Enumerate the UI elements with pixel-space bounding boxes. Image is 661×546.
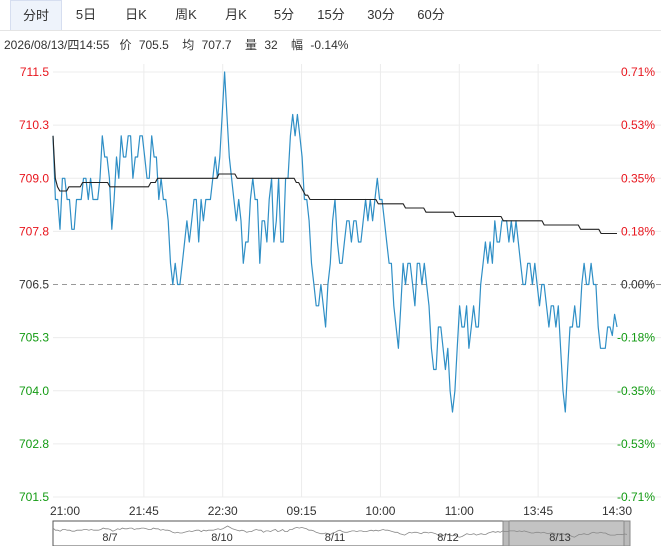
navigator-date-label: 8/7 bbox=[102, 532, 117, 544]
x-tick-label: 09:15 bbox=[287, 504, 317, 518]
x-tick-label: 21:45 bbox=[129, 504, 159, 518]
navigator-date-label: 8/11 bbox=[325, 532, 346, 544]
navigator-date-label: 8/10 bbox=[211, 532, 232, 544]
x-tick-label: 10:00 bbox=[365, 504, 395, 518]
price-line bbox=[52, 71, 618, 413]
y-tick-label: 707.8 bbox=[19, 224, 49, 238]
y-tick-label: 701.5 bbox=[19, 490, 49, 504]
pct-tick-label: 0.35% bbox=[621, 171, 655, 185]
x-tick-label: 13:45 bbox=[523, 504, 553, 518]
pct-tick-label: -0.35% bbox=[617, 384, 655, 398]
intraday-chart: 711.5 0.71% 710.3 0.53% 709.0 0.35% 707.8 0.18%… bbox=[19, 64, 661, 546]
pct-tick-label: 0.71% bbox=[621, 65, 655, 79]
x-tick-label: 21:00 bbox=[50, 504, 80, 518]
pct-tick-label: 0.53% bbox=[621, 118, 655, 132]
y-tick-label: 702.8 bbox=[19, 437, 49, 451]
navigator-handle-right bbox=[623, 520, 631, 546]
y-tick-label: 711.5 bbox=[20, 65, 49, 79]
navigator-handle-left bbox=[502, 520, 510, 546]
y-tick-label: 706.5 bbox=[19, 278, 49, 292]
pct-tick-label: -0.53% bbox=[617, 437, 655, 451]
y-tick-label: 710.3 bbox=[19, 118, 49, 132]
y-tick-label: 705.3 bbox=[19, 331, 49, 345]
pct-tick-label: -0.18% bbox=[617, 331, 655, 345]
average-line bbox=[52, 135, 617, 235]
pct-tick-label: 0.18% bbox=[621, 224, 655, 238]
navigator-date-label: 8/12 bbox=[437, 532, 458, 544]
x-tick-label: 14:30 bbox=[602, 504, 632, 518]
y-tick-label: 709.0 bbox=[19, 171, 49, 185]
x-tick-label: 22:30 bbox=[208, 504, 238, 518]
pct-tick-label: -0.71% bbox=[617, 490, 655, 504]
y-tick-label: 704.0 bbox=[19, 384, 49, 398]
x-tick-label: 11:00 bbox=[445, 504, 474, 518]
pct-tick-label: 0.00% bbox=[621, 278, 655, 292]
navigator-date-label: 8/13 bbox=[549, 532, 570, 544]
